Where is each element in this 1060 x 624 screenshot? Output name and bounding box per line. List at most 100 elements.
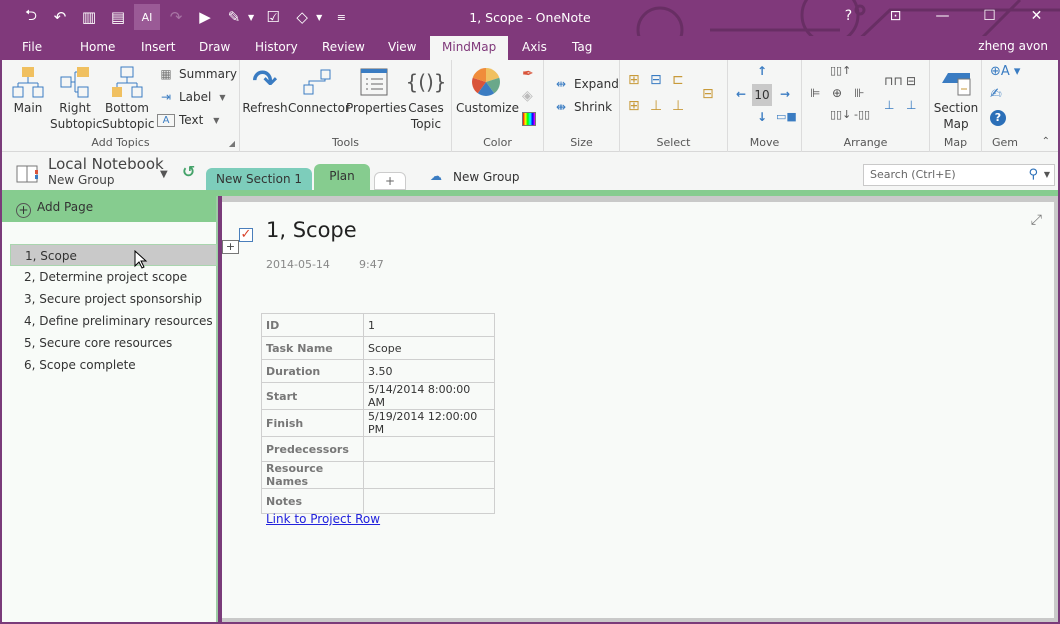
select-all-icon[interactable]: ⊞ bbox=[628, 72, 650, 88]
select-level-icon[interactable]: ⊞ bbox=[628, 98, 650, 114]
notebook-dropdown-icon[interactable]: ▼ bbox=[160, 169, 168, 180]
page-item[interactable]: 2, Determine project scope bbox=[10, 266, 217, 288]
main-button[interactable]: Main bbox=[8, 64, 48, 116]
tab-review[interactable]: Review bbox=[310, 36, 377, 60]
tab-axis[interactable]: Axis bbox=[510, 36, 559, 60]
property-value[interactable] bbox=[363, 461, 495, 489]
table-row: Start 5/14/2014 8:00:00 AM bbox=[261, 382, 495, 410]
summary-button[interactable]: ▦ Summary bbox=[157, 64, 237, 84]
notebook-name[interactable]: Local Notebook bbox=[48, 155, 164, 173]
align-top-icon[interactable]: ▯▯↑ bbox=[830, 64, 851, 77]
page-time: 9:47 bbox=[359, 258, 384, 271]
page-item[interactable]: 1, Scope bbox=[10, 244, 217, 266]
page-item[interactable]: 3, Secure project sponsorship bbox=[10, 288, 217, 310]
minimize-icon[interactable]: — bbox=[919, 0, 966, 32]
tab-insert[interactable]: Insert bbox=[129, 36, 187, 60]
move-step-value[interactable]: 10 bbox=[752, 84, 772, 106]
right-subtopic-button[interactable]: Right Subtopic bbox=[50, 64, 102, 132]
align-middle-icon[interactable]: -▯▯ bbox=[854, 108, 870, 121]
arrow-left-icon[interactable]: ← bbox=[736, 87, 746, 101]
task-properties-table: ID 1 Task Name Scope Duration 3.50 Start 5/14/2… bbox=[261, 313, 495, 514]
section-tab-plan[interactable]: Plan bbox=[314, 164, 370, 190]
expand-button[interactable]: ⇹ Expand bbox=[552, 74, 619, 94]
link-to-project-row[interactable]: Link to Project Row bbox=[266, 512, 380, 526]
maximize-icon[interactable]: ☐ bbox=[966, 0, 1013, 32]
section-group-new-group[interactable]: New Group bbox=[453, 170, 520, 184]
select-siblings-icon[interactable]: ⊟ bbox=[650, 72, 672, 88]
search-input[interactable]: Search (Ctrl+E) bbox=[870, 168, 956, 181]
cases-topic-button[interactable]: {()} Cases Topic bbox=[404, 64, 448, 132]
distribute-vertical-icon[interactable]: ⊟ bbox=[906, 74, 916, 88]
tab-mindmap[interactable]: MindMap bbox=[430, 36, 508, 60]
distribute-horizontal-icon[interactable]: ⊓⊓ bbox=[884, 74, 903, 88]
section-tab-new-section-1[interactable]: New Section 1 bbox=[206, 168, 312, 190]
property-value[interactable] bbox=[363, 488, 495, 514]
search-icon[interactable]: ⚲ bbox=[1028, 167, 1038, 182]
property-value[interactable]: Scope bbox=[363, 336, 495, 360]
help-icon[interactable]: ? bbox=[990, 110, 1006, 126]
refresh-button[interactable]: ↷ Refresh bbox=[242, 64, 288, 116]
select-leaf-icon[interactable]: ⊥ bbox=[672, 98, 694, 114]
page-title[interactable]: 1, Scope bbox=[266, 218, 357, 242]
sync-icon[interactable]: ↺ bbox=[182, 162, 195, 181]
page-item[interactable]: 5, Secure core resources bbox=[10, 332, 217, 354]
tab-file[interactable]: File bbox=[10, 36, 54, 60]
property-value[interactable]: 1 bbox=[363, 313, 495, 337]
add-section-button[interactable]: + bbox=[374, 172, 406, 190]
close-icon[interactable]: ✕ bbox=[1013, 0, 1060, 32]
property-value[interactable]: 5/19/2014 12:00:00 PM bbox=[363, 409, 495, 437]
spread-icon[interactable]: ⊥ bbox=[884, 98, 894, 112]
page-canvas[interactable]: + ✓ 1, Scope 2014-05-14 9:47 ID 1 Task Nam… bbox=[222, 202, 1054, 618]
page-item[interactable]: 4, Define preliminary resources bbox=[10, 310, 217, 332]
connector-button[interactable]: Connector bbox=[288, 64, 350, 116]
user-name[interactable]: zheng avon bbox=[978, 39, 1048, 53]
shrink-button[interactable]: ⇼ Shrink bbox=[552, 97, 612, 117]
checkbox-tag-icon[interactable]: ✓ bbox=[239, 228, 253, 242]
edit-note-icon[interactable]: ✍ bbox=[990, 86, 1002, 102]
translate-icon[interactable]: ⊕A ▾ bbox=[990, 64, 1020, 79]
section-map-button[interactable]: Section Map bbox=[932, 64, 980, 132]
help-icon[interactable]: ? bbox=[825, 0, 872, 32]
arrow-up-icon[interactable]: ↑ bbox=[757, 64, 767, 78]
full-page-view-icon[interactable]: ⤢ bbox=[1031, 212, 1042, 228]
table-row: Resource Names bbox=[261, 461, 495, 489]
label-button[interactable]: ⇥ Label ▼ bbox=[157, 87, 226, 107]
select-same-icon[interactable]: ⊟ bbox=[702, 86, 714, 102]
tab-draw[interactable]: Draw bbox=[187, 36, 242, 60]
select-branch-icon[interactable]: ⊥ bbox=[650, 98, 672, 114]
page-item[interactable]: 6, Scope complete bbox=[10, 354, 217, 376]
tab-view[interactable]: View bbox=[376, 36, 428, 60]
text-button[interactable]: A Text ▼ bbox=[157, 110, 219, 130]
palette-icon[interactable] bbox=[522, 112, 536, 126]
arrow-down-icon[interactable]: ↓ bbox=[757, 110, 767, 124]
align-right-icon[interactable]: ⊪ bbox=[854, 86, 864, 100]
align-left-icon[interactable]: ⊫ bbox=[810, 86, 820, 100]
notebook-icon[interactable] bbox=[16, 164, 38, 187]
tab-history[interactable]: History bbox=[243, 36, 310, 60]
property-value[interactable] bbox=[363, 436, 495, 462]
text-icon: A bbox=[157, 113, 175, 127]
align-center-icon[interactable]: ⊕ bbox=[832, 86, 842, 100]
properties-button[interactable]: Properties bbox=[346, 64, 407, 116]
refresh-icon: ↷ bbox=[252, 64, 278, 99]
bottom-subtopic-button[interactable]: Bottom Subtopic bbox=[102, 64, 154, 132]
property-value[interactable]: 3.50 bbox=[363, 359, 495, 383]
dialog-launcher-icon[interactable]: ◢ bbox=[229, 139, 235, 148]
search-box[interactable]: Search (Ctrl+E) ⚲ ▼ bbox=[863, 164, 1055, 186]
move-to-icon[interactable]: ▭■ bbox=[776, 110, 797, 123]
customize-button[interactable]: Customize bbox=[456, 64, 519, 116]
property-value[interactable]: 5/14/2014 8:00:00 AM bbox=[363, 382, 495, 410]
eyedropper-icon[interactable]: ✒ bbox=[522, 66, 534, 82]
add-page-button[interactable]: + Add Page bbox=[2, 196, 216, 222]
tab-home[interactable]: Home bbox=[68, 36, 127, 60]
expand-page-icon[interactable]: + bbox=[222, 240, 239, 254]
arrow-right-icon[interactable]: → bbox=[780, 87, 790, 101]
search-scope-dropdown-icon[interactable]: ▼ bbox=[1044, 170, 1050, 179]
align-bottom-icon[interactable]: ▯▯↓ bbox=[830, 108, 851, 121]
ribbon-display-icon[interactable]: ⊡ bbox=[872, 0, 919, 32]
select-children-icon[interactable]: ⊏ bbox=[672, 72, 694, 88]
notebook-group[interactable]: New Group bbox=[48, 173, 115, 187]
collapse-ribbon-icon[interactable]: ⌃ bbox=[1042, 136, 1050, 147]
tab-tag[interactable]: Tag bbox=[560, 36, 604, 60]
compact-icon[interactable]: ⊥ bbox=[906, 98, 916, 112]
